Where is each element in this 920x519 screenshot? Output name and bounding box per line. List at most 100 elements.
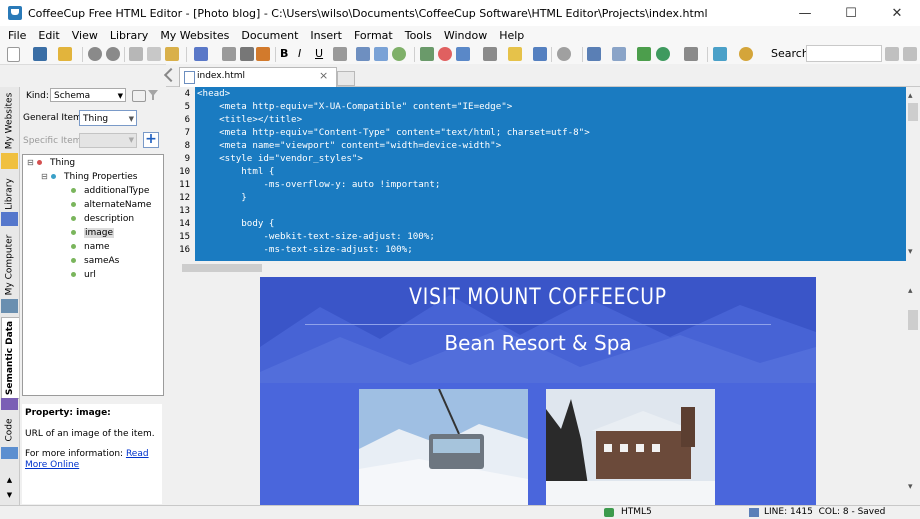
tab-index-html[interactable]: index.html × [179,67,337,87]
new-tab-icon[interactable] [337,71,355,86]
tab-close-icon[interactable]: × [319,69,328,82]
tree-item-property[interactable]: description [71,212,134,225]
settings-gear-icon[interactable] [557,47,571,61]
property-dot-icon [71,230,76,235]
tree-item-property-selected[interactable]: image [71,226,115,239]
bold-icon[interactable]: B [280,47,294,61]
tree-item-property[interactable]: alternateName [71,198,151,211]
scroll-up-icon[interactable]: ▴ [908,286,913,296]
tab-library[interactable]: Library [1,171,18,217]
menu-document[interactable]: Document [235,29,304,42]
scroll-up-icon[interactable]: ▴ [908,91,913,101]
validate-check-icon[interactable] [713,47,727,61]
kind-select-value: Schema [54,91,91,101]
spellcheck-icon[interactable] [256,47,270,61]
book-icon[interactable] [1,212,18,226]
color-picker-icon[interactable] [438,47,452,61]
insert-line-icon[interactable] [420,47,434,61]
cut-icon[interactable] [129,47,143,61]
tab-my-computer[interactable]: My Computer [1,235,18,296]
scroll-thumb[interactable] [908,103,918,121]
menu-view[interactable]: View [66,29,104,42]
menu-insert[interactable]: Insert [304,29,348,42]
general-item-select[interactable]: Thing ▼ [79,110,137,126]
scroll-down-icon[interactable]: ▾ [908,482,913,492]
scroll-up-icon[interactable]: ▲ [1,475,18,485]
save-icon[interactable] [33,47,47,61]
tree-item-property[interactable]: sameAs [71,254,119,267]
upload-globe-icon[interactable] [656,47,670,61]
maximize-button[interactable]: ☐ [828,0,874,26]
italic-icon[interactable]: I [298,47,312,61]
semantic-icon[interactable] [1,398,18,410]
paragraph-icon[interactable] [240,47,254,61]
scroll-down-icon[interactable]: ▼ [1,490,18,500]
code-icon[interactable] [1,447,18,459]
menu-help[interactable]: Help [493,29,530,42]
minimize-button[interactable]: — [782,0,828,26]
preview-heading: VISIT MOUNT COFFEECUP [409,285,667,310]
collapse-icon[interactable]: ⊟ [27,158,37,167]
tab-semantic-data[interactable]: Semantic Data [1,317,19,399]
template-icon[interactable] [533,47,547,61]
underline-icon[interactable]: U [315,47,329,61]
undo-icon[interactable] [88,47,102,61]
window-icon[interactable] [612,47,626,61]
font-icon[interactable] [194,47,208,61]
table-icon[interactable] [456,47,470,61]
scroll-thumb[interactable] [182,264,262,272]
tree-item-property[interactable]: url [71,268,96,281]
line-number: 13 [179,206,190,216]
align-icon[interactable] [333,47,347,61]
folder-icon[interactable] [1,153,18,169]
menu-format[interactable]: Format [348,29,399,42]
menu-window[interactable]: Window [438,29,493,42]
image-insert-icon[interactable] [374,47,388,61]
form-icon[interactable] [483,47,497,61]
kind-select[interactable]: Schema ▼ [50,88,126,102]
scroll-thumb[interactable] [908,310,918,330]
print-icon[interactable] [222,47,236,61]
filter-icon[interactable] [148,90,158,100]
link-globe-icon[interactable] [392,47,406,61]
menu-file[interactable]: File [0,29,32,42]
preview-vertical-scrollbar[interactable]: ▴ ▾ [906,276,920,505]
code-horizontal-scrollbar[interactable] [166,261,920,275]
preview-icon[interactable] [637,47,651,61]
close-window-button[interactable]: ✕ [874,0,920,26]
scroll-down-icon[interactable]: ▾ [908,247,913,257]
copy-icon[interactable] [147,47,161,61]
code-vertical-scrollbar[interactable]: ▴ ▾ [906,87,920,261]
tree-item-property[interactable]: additionalType [71,184,149,197]
tab-my-websites[interactable]: My Websites [1,91,18,151]
refresh-icon[interactable] [132,90,146,102]
add-item-button[interactable]: + [143,132,159,148]
redo-icon[interactable] [106,47,120,61]
new-file-icon[interactable] [7,47,20,62]
paste-icon[interactable] [165,47,179,61]
menu-tools[interactable]: Tools [399,29,438,42]
highlight-icon[interactable] [508,47,522,61]
collapse-icon[interactable]: ⊟ [41,172,51,181]
computer-icon[interactable] [1,299,18,313]
code-editor[interactable]: <head> <meta http-equiv="X-UA-Compatible… [195,87,906,261]
tree-item-thing-properties[interactable]: ⊟ Thing Properties [41,170,137,183]
search-down-icon[interactable] [885,47,899,61]
menu-my-websites[interactable]: My Websites [154,29,235,42]
tools-icon[interactable] [684,47,698,61]
layout-icon[interactable] [587,47,601,61]
tab-my-websites-label: My Websites [4,92,15,150]
search-up-icon[interactable] [903,47,917,61]
property-label: additionalType [84,185,150,196]
tree-item-property[interactable]: name [71,240,110,253]
tree-item-thing[interactable]: ⊟ Thing [27,156,75,169]
menu-edit[interactable]: Edit [32,29,65,42]
list-icon[interactable] [356,47,370,61]
find-magnifier-icon[interactable] [739,47,753,61]
schema-tree[interactable]: ⊟ Thing ⊟ Thing Properties additionalType … [22,154,164,396]
open-folder-icon[interactable] [58,47,72,61]
search-input[interactable] [806,45,882,62]
menu-library[interactable]: Library [104,29,154,42]
specific-item-select[interactable]: ▼ [79,133,137,148]
tab-code[interactable]: Code [1,413,18,447]
